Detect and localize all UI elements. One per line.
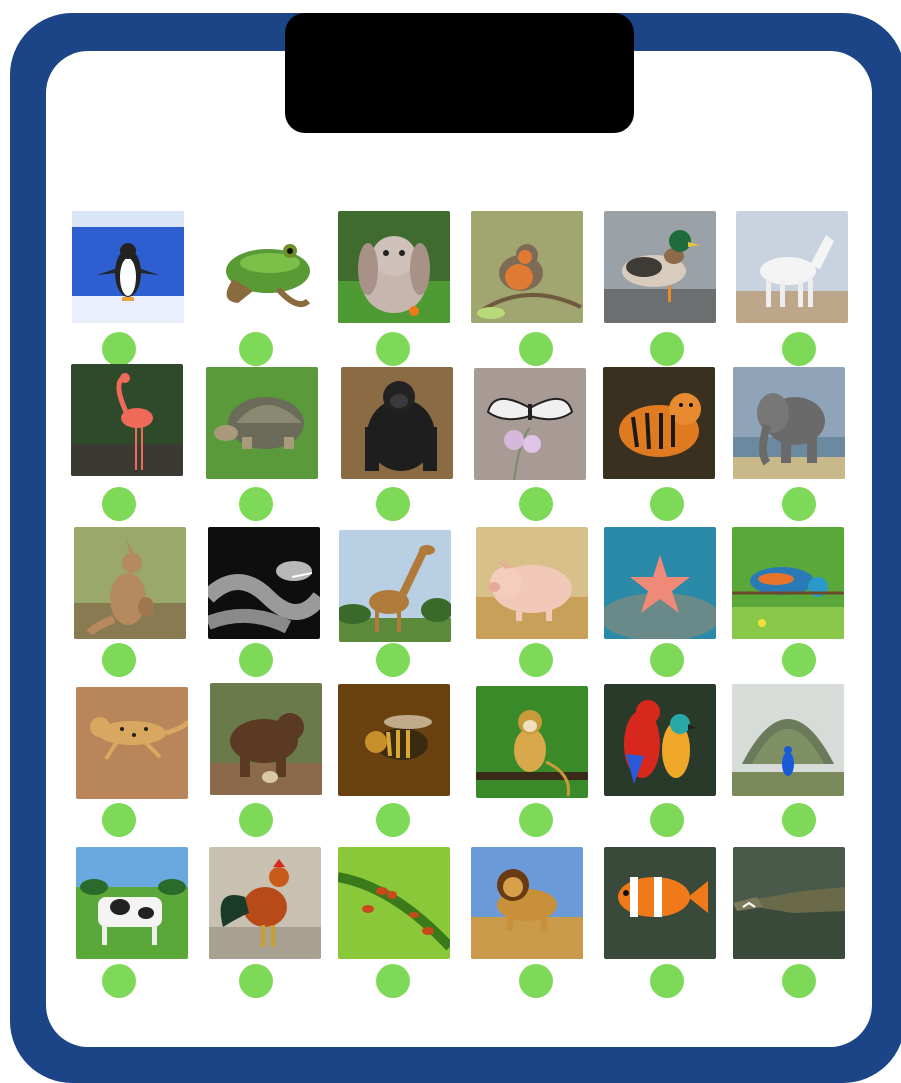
lion-select-button[interactable] [519,964,553,998]
lion-card[interactable] [471,847,583,959]
tiger-picture [603,367,715,479]
bee-card[interactable] [338,684,450,796]
penguin-card[interactable] [72,211,184,323]
parrot-select-button[interactable] [650,803,684,837]
cheetah-picture [76,687,188,799]
kangaroo-select-button[interactable] [102,643,136,677]
tiger-select-button[interactable] [650,487,684,521]
penguin-select-button[interactable] [102,332,136,366]
peacock-picture [732,684,844,796]
pig-picture [476,527,588,639]
giraffe-picture [339,530,451,642]
elephant-card[interactable] [733,367,845,479]
snake-card[interactable] [208,527,320,639]
tortoise-card[interactable] [206,367,318,479]
chameleon-picture [732,527,844,639]
frog-select-button[interactable] [239,332,273,366]
flamingo-card[interactable] [71,364,183,476]
lion-picture [471,847,583,959]
frog-card[interactable] [208,211,320,323]
rabbit-picture [338,211,450,323]
bear-card[interactable] [210,683,322,795]
starfish-card[interactable] [604,527,716,639]
cheetah-select-button[interactable] [102,803,136,837]
kangaroo-card[interactable] [74,527,186,639]
elephant-select-button[interactable] [782,487,816,521]
ant-picture [338,847,450,959]
crocodile-select-button[interactable] [782,964,816,998]
gorilla-select-button[interactable] [376,487,410,521]
monkey-select-button[interactable] [519,803,553,837]
butterfly-select-button[interactable] [519,487,553,521]
rooster-card[interactable] [209,847,321,959]
snake-select-button[interactable] [239,643,273,677]
gorilla-card[interactable] [341,367,453,479]
bee-select-button[interactable] [376,803,410,837]
robin-card[interactable] [471,211,583,323]
giraffe-card[interactable] [339,530,451,642]
pig-select-button[interactable] [519,643,553,677]
clownfish-picture [604,847,716,959]
cheetah-card[interactable] [76,687,188,799]
horse-picture [736,211,848,323]
horse-card[interactable] [736,211,848,323]
cow-card[interactable] [76,847,188,959]
rooster-select-button[interactable] [239,964,273,998]
robin-picture [471,211,583,323]
tortoise-select-button[interactable] [239,487,273,521]
crocodile-card[interactable] [733,847,845,959]
cow-picture [76,847,188,959]
starfish-picture [604,527,716,639]
crocodile-picture [733,847,845,959]
monkey-picture [476,686,588,798]
penguin-picture [72,211,184,323]
bee-picture [338,684,450,796]
butterfly-picture [474,368,586,480]
flamingo-picture [71,364,183,476]
bear-picture [210,683,322,795]
chameleon-card[interactable] [732,527,844,639]
ant-card[interactable] [338,847,450,959]
monkey-card[interactable] [476,686,588,798]
horse-select-button[interactable] [782,332,816,366]
rabbit-select-button[interactable] [376,332,410,366]
snake-picture [208,527,320,639]
robin-select-button[interactable] [519,332,553,366]
parrot-picture [604,684,716,796]
clownfish-select-button[interactable] [650,964,684,998]
rabbit-card[interactable] [338,211,450,323]
peacock-card[interactable] [732,684,844,796]
pig-card[interactable] [476,527,588,639]
starfish-select-button[interactable] [650,643,684,677]
giraffe-select-button[interactable] [376,643,410,677]
clipboard-clip [285,13,634,133]
butterfly-card[interactable] [474,368,586,480]
flamingo-select-button[interactable] [102,487,136,521]
duck-card[interactable] [604,211,716,323]
chameleon-select-button[interactable] [782,643,816,677]
peacock-select-button[interactable] [782,803,816,837]
duck-picture [604,211,716,323]
tortoise-picture [206,367,318,479]
cow-select-button[interactable] [102,964,136,998]
bear-select-button[interactable] [239,803,273,837]
parrot-card[interactable] [604,684,716,796]
duck-select-button[interactable] [650,332,684,366]
clownfish-card[interactable] [604,847,716,959]
gorilla-picture [341,367,453,479]
rooster-picture [209,847,321,959]
ant-select-button[interactable] [376,964,410,998]
kangaroo-picture [74,527,186,639]
elephant-picture [733,367,845,479]
tiger-card[interactable] [603,367,715,479]
frog-picture [208,211,320,323]
